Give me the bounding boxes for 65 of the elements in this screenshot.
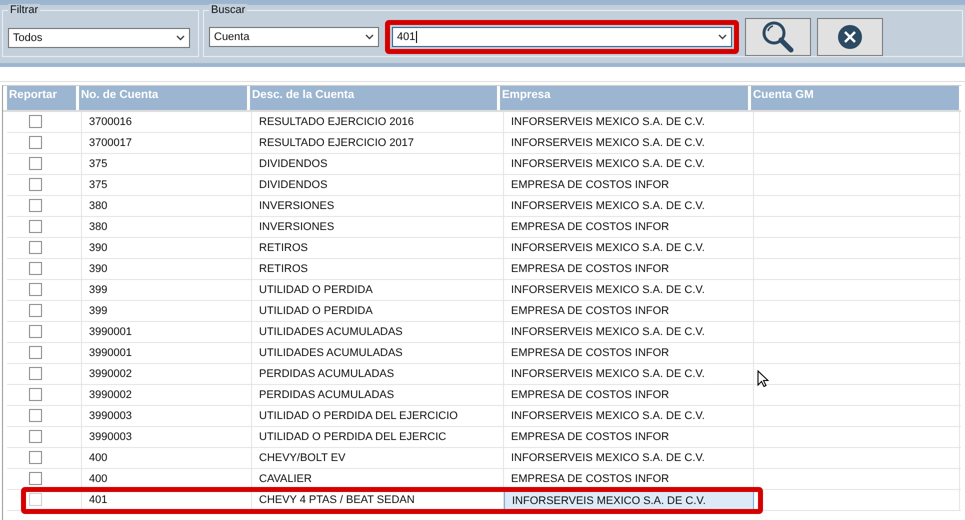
table-cell: INVERSIONES <box>252 196 504 216</box>
table-cell: 3990002 <box>82 385 252 405</box>
table-cell: DIVIDENDOS <box>252 175 504 195</box>
table-cell: EMPRESA DE COSTOS INFOR <box>504 301 754 321</box>
table-cell: 3990001 <box>82 322 252 342</box>
table-cell: INFORSERVEIS MEXICO S.A. DE C.V. <box>504 133 754 153</box>
search-input[interactable]: 401 <box>392 27 732 47</box>
table-cell: INFORSERVEIS MEXICO S.A. DE C.V. <box>504 196 754 216</box>
table-cell: 401 <box>82 490 252 510</box>
table-cell: INFORSERVEIS MEXICO S.A. DE C.V. <box>504 406 754 426</box>
table-cell: EMPRESA DE COSTOS INFOR <box>504 217 754 237</box>
table-cell: RESULTADO EJERCICIO 2017 <box>252 133 504 153</box>
table-cell: INFORSERVEIS MEXICO S.A. DE C.V. <box>504 154 754 174</box>
table-cell: INFORSERVEIS MEXICO S.A. DE C.V. <box>504 322 754 342</box>
table-cell: INFORSERVEIS MEXICO S.A. DE C.V. <box>504 448 754 468</box>
column-header[interactable]: No. de Cuenta <box>79 86 247 110</box>
table-cell: 3700017 <box>82 133 252 153</box>
table-cell: 400 <box>82 469 252 489</box>
table-cell: RETIROS <box>252 238 504 258</box>
table-cell: UTILIDAD O PERDIDA DEL EJERCICIO <box>252 406 504 426</box>
table-cell: INVERSIONES <box>252 217 504 237</box>
table-cell: 3990001 <box>82 343 252 363</box>
table-cell: 399 <box>82 280 252 300</box>
table-cell: CAVALIER <box>252 469 504 489</box>
table-cell: 380 <box>82 217 252 237</box>
table-cell: EMPRESA DE COSTOS INFOR <box>504 427 754 447</box>
table-cell: UTILIDADES ACUMULADAS <box>252 343 504 363</box>
table-cell: 3990003 <box>82 427 252 447</box>
table-cell: INFORSERVEIS MEXICO S.A. DE C.V. <box>504 112 754 132</box>
table-cell: INFORSERVEIS MEXICO S.A. DE C.V. <box>504 364 754 384</box>
table-cell: 375 <box>82 175 252 195</box>
table-cell: 375 <box>82 154 252 174</box>
table-cell: 3700016 <box>82 112 252 132</box>
table-cell: EMPRESA DE COSTOS INFOR <box>504 469 754 489</box>
table-cell: PERDIDAS ACUMULADAS <box>252 385 504 405</box>
table-cell: EMPRESA DE COSTOS INFOR <box>504 259 754 279</box>
table-cell: UTILIDADES ACUMULADAS <box>252 322 504 342</box>
column-header[interactable]: Desc. de la Cuenta <box>250 86 497 110</box>
table-cell: 3990003 <box>82 406 252 426</box>
table-cell: INFORSERVEIS MEXICO S.A. DE C.V. <box>504 238 754 258</box>
table-cell: RESULTADO EJERCICIO 2016 <box>252 112 504 132</box>
table-cell: 390 <box>82 259 252 279</box>
table-cell: 3990002 <box>82 364 252 384</box>
column-header[interactable]: Empresa <box>500 86 748 110</box>
table-cell: UTILIDAD O PERDIDA <box>252 280 504 300</box>
table-cell: 380 <box>82 196 252 216</box>
table-cell: RETIROS <box>252 259 504 279</box>
column-header[interactable]: Cuenta GM <box>751 86 959 110</box>
table-cell: EMPRESA DE COSTOS INFOR <box>504 175 754 195</box>
filter-dropdown[interactable]: Todos <box>8 28 190 48</box>
table-cell: 400 <box>82 448 252 468</box>
table-cell: UTILIDAD O PERDIDA DEL EJERCIC <box>252 427 504 447</box>
column-header[interactable]: Reportar <box>7 86 76 110</box>
table-cell: 390 <box>82 238 252 258</box>
table-cell: INFORSERVEIS MEXICO S.A. DE C.V. <box>504 280 754 300</box>
table-cell: 399 <box>82 301 252 321</box>
table-cell: EMPRESA DE COSTOS INFOR <box>504 343 754 363</box>
table-cell: EMPRESA DE COSTOS INFOR <box>504 385 754 405</box>
table-cell: PERDIDAS ACUMULADAS <box>252 364 504 384</box>
group-legend: Buscar <box>209 4 248 16</box>
table-cell: UTILIDAD O PERDIDA <box>252 301 504 321</box>
table-cell: CHEVY/BOLT EV <box>252 448 504 468</box>
search-field-dropdown[interactable]: Cuenta <box>209 27 379 47</box>
group-legend: Filtrar <box>8 4 40 16</box>
table-cell: DIVIDENDOS <box>252 154 504 174</box>
